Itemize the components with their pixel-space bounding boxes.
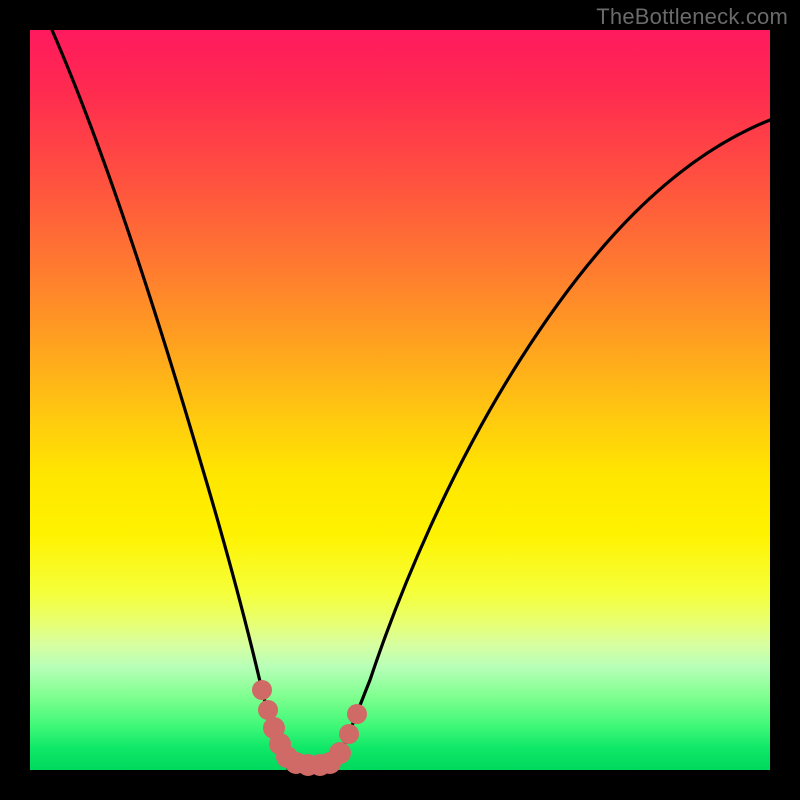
- watermark-label: TheBottleneck.com: [596, 4, 788, 30]
- curve-layer: [30, 30, 770, 770]
- valley-dots-right: [329, 704, 367, 764]
- plot-area: [30, 30, 770, 770]
- chart-frame: TheBottleneck.com: [0, 0, 800, 800]
- bottleneck-curve: [52, 30, 770, 768]
